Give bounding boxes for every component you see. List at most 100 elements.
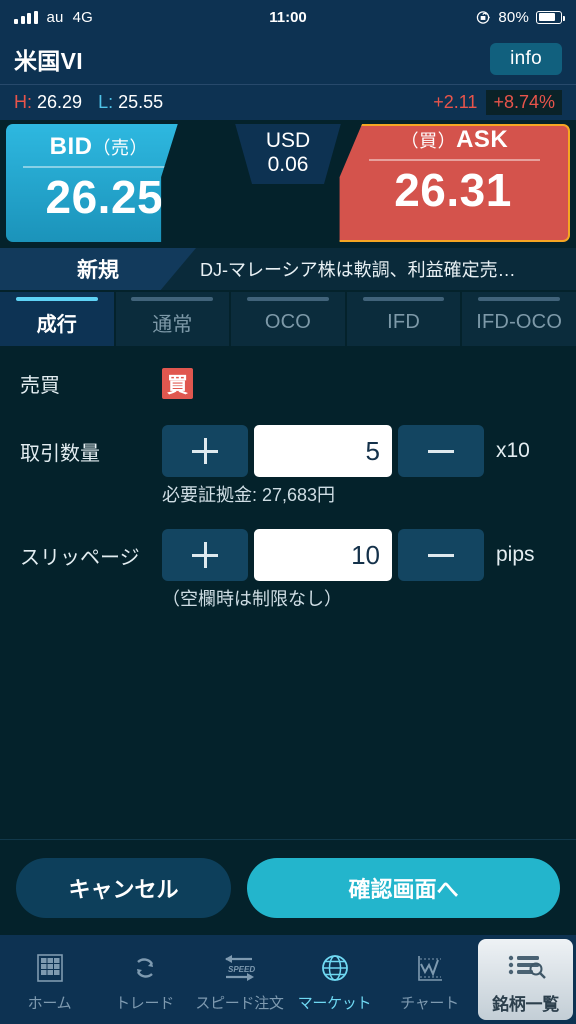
minus-icon	[428, 553, 454, 557]
low-value: 25.55	[118, 92, 164, 112]
slippage-stepper	[162, 529, 484, 581]
low-label: L:	[98, 92, 114, 112]
svg-text:SPEED: SPEED	[228, 965, 255, 974]
high-label: H:	[14, 92, 32, 112]
slippage-unit-label: pips	[496, 543, 535, 566]
nav-label: ホーム	[27, 995, 72, 1012]
tab-indicator	[15, 297, 98, 301]
ask-label-main: ASK	[456, 126, 509, 153]
cancel-button[interactable]: キャンセル	[16, 857, 231, 918]
tab-ifd[interactable]: IFD	[346, 292, 461, 346]
nav-item-trade[interactable]: トレード	[97, 938, 192, 1022]
quantity-row: 取引数量 x10	[0, 425, 576, 477]
tab-label: 成行	[36, 314, 77, 336]
tab-indicator	[478, 297, 561, 301]
side-row: 売買 買	[0, 368, 576, 399]
spread-currency: USD	[265, 129, 311, 152]
bid-divider	[22, 166, 178, 168]
nav-item-market[interactable]: マーケット	[287, 938, 382, 1022]
network-label: 4G	[72, 8, 94, 26]
quote-panel: BID（売） 26.25 USD 0.06 （買）ASK 26.31	[0, 120, 576, 248]
chart-icon	[413, 947, 447, 989]
bid-label-main: BID	[49, 133, 93, 160]
tab-nariyuki[interactable]: 成行	[0, 292, 114, 346]
change-absolute: +2.11	[433, 92, 478, 112]
list-search-icon	[506, 945, 546, 987]
app-header: 米国VI info	[0, 34, 576, 84]
nav-label: スピード注文	[195, 995, 284, 1012]
tab-oco[interactable]: OCO	[231, 292, 345, 346]
bid-price: 26.25	[45, 170, 164, 223]
ask-label-sub: （買）	[400, 131, 457, 151]
minus-icon	[428, 449, 454, 453]
info-button[interactable]: info	[490, 43, 562, 75]
news-ticker[interactable]: DJ-マレーシア株は軟調、利益確定売…	[196, 248, 576, 290]
slippage-note: （空欄時は制限なし）	[162, 589, 342, 609]
high-low-bar: H: 26.29 L: 25.55 +2.11 +8.74%	[0, 84, 576, 120]
tab-indicator	[247, 297, 329, 301]
globe-icon	[318, 947, 352, 989]
nav-item-home[interactable]: ホーム	[2, 938, 97, 1022]
battery-icon	[536, 10, 565, 24]
nav-label: トレード	[115, 995, 174, 1012]
status-bar: au 4G 11:00 80%	[0, 0, 576, 34]
price-change-group: +2.11 +8.74%	[433, 90, 562, 115]
plus-icon	[192, 438, 218, 464]
plus-icon	[192, 542, 218, 568]
action-bar: キャンセル 確認画面へ	[0, 839, 576, 935]
carrier-label: au	[46, 8, 64, 26]
nav-item-chart[interactable]: チャート	[382, 938, 477, 1022]
bottom-nav: ホーム トレード SPEED スピード注文 マーケット チャート 銘柄一覧	[0, 935, 576, 1024]
order-form: 売買 買 取引数量 x10 必要証拠金: 27,683円 スリッページ pips…	[0, 346, 576, 839]
change-percent-badge: +8.74%	[486, 90, 562, 115]
nav-label: 銘柄一覧	[492, 994, 559, 1014]
spread-display: USD 0.06	[235, 124, 341, 185]
speed-arrows-icon: SPEED	[220, 947, 260, 989]
required-margin-note: 必要証拠金: 27,683円	[162, 485, 336, 505]
ask-price: 26.31	[394, 163, 512, 216]
bid-label-sub: （売）	[92, 138, 148, 158]
page-title: 米国VI	[14, 48, 83, 74]
order-type-tabs: 成行 通常 OCO IFD IFD-OCO	[0, 290, 576, 346]
signal-bars-icon	[14, 10, 38, 24]
tab-indicator	[362, 297, 445, 301]
news-row: 新規 DJ-マレーシア株は軟調、利益確定売…	[0, 248, 576, 290]
status-bar-left: au 4G	[14, 9, 93, 26]
refresh-arrows-icon	[128, 947, 162, 989]
nav-item-speed-order[interactable]: SPEED スピード注文	[192, 938, 287, 1022]
nav-label: チャート	[400, 995, 459, 1012]
app-screen: au 4G 11:00 80% 米国VI info H: 26.29 L: 25…	[0, 0, 576, 1024]
slippage-label: スリッページ	[20, 546, 140, 569]
slippage-row: スリッページ pips	[0, 529, 576, 581]
side-badge-buy[interactable]: 買	[162, 368, 193, 399]
side-label: 売買	[20, 375, 60, 397]
tab-tsujo[interactable]: 通常	[115, 292, 230, 346]
tab-shinki[interactable]: 新規	[0, 248, 196, 290]
slippage-increment-button[interactable]	[162, 529, 248, 581]
nav-item-symbol-list[interactable]: 銘柄一覧	[478, 939, 573, 1020]
rotation-lock-icon	[477, 10, 491, 24]
tab-label: IFD	[387, 311, 420, 333]
slippage-input[interactable]	[254, 529, 392, 581]
quantity-increment-button[interactable]	[162, 425, 248, 477]
quantity-unit-label: x10	[496, 439, 530, 462]
tab-label: 通常	[152, 314, 193, 336]
battery-percent-label: 80%	[498, 8, 529, 26]
quantity-label: 取引数量	[20, 442, 100, 465]
tab-label: OCO	[264, 311, 312, 333]
ask-divider	[368, 159, 541, 161]
quantity-input[interactable]	[254, 425, 392, 477]
spread-value: 0.06	[267, 152, 309, 176]
status-bar-right: 80%	[476, 8, 565, 26]
tab-ifd-oco[interactable]: IFD-OCO	[462, 292, 576, 346]
tab-label: IFD-OCO	[476, 311, 563, 333]
ask-label: （買）ASK	[341, 126, 568, 154]
grid-icon	[33, 947, 67, 989]
nav-label: マーケット	[297, 995, 372, 1012]
high-value: 26.29	[37, 92, 83, 112]
slippage-decrement-button[interactable]	[398, 529, 484, 581]
confirm-button[interactable]: 確認画面へ	[247, 857, 560, 918]
tab-indicator	[131, 297, 214, 301]
quantity-decrement-button[interactable]	[398, 425, 484, 477]
quantity-stepper	[162, 425, 484, 477]
